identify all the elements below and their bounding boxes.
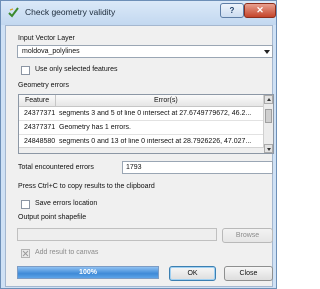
scrollbar-thumb[interactable] bbox=[265, 109, 272, 123]
title-bar[interactable]: Check geometry validity ? ✕ bbox=[1, 1, 276, 25]
row-error: segments 3 and 5 of line 0 intersect at … bbox=[59, 110, 252, 117]
progress-text: 100% bbox=[79, 269, 97, 276]
table-row[interactable]: 24377371 Geometry has 1 errors. bbox=[19, 121, 264, 135]
close-icon: ✕ bbox=[256, 5, 264, 15]
total-errors-value: 1793 bbox=[126, 164, 142, 171]
close-button[interactable]: Close bbox=[224, 266, 273, 281]
row-feature: 24848580 bbox=[24, 138, 56, 145]
question-icon: ? bbox=[229, 6, 235, 15]
add-to-canvas-checkbox[interactable] bbox=[21, 249, 30, 258]
table-header: Feature Error(s) bbox=[19, 95, 264, 107]
qgis-check-icon bbox=[8, 7, 19, 18]
window-title: Check geometry validity bbox=[25, 7, 116, 17]
arrow-down-icon bbox=[267, 148, 271, 151]
progress-bar: 100% bbox=[17, 266, 159, 279]
scroll-up-button[interactable] bbox=[264, 95, 273, 104]
geometry-errors-label: Geometry errors bbox=[18, 82, 69, 89]
total-errors-field[interactable]: 1793 bbox=[122, 161, 273, 174]
row-feature: 24377371 bbox=[24, 110, 56, 117]
output-path-field[interactable] bbox=[17, 228, 217, 241]
use-selected-checkbox[interactable] bbox=[21, 66, 30, 75]
vertical-scrollbar[interactable] bbox=[263, 95, 273, 153]
dialog-window: Check geometry validity ? ✕ Input Vector… bbox=[0, 0, 277, 289]
checkmark-icon bbox=[22, 250, 29, 257]
arrow-up-icon bbox=[267, 98, 271, 101]
column-divider bbox=[55, 95, 56, 107]
browse-button[interactable]: Browse bbox=[222, 228, 273, 243]
close-window-button[interactable]: ✕ bbox=[244, 3, 276, 18]
add-to-canvas-label: Add result to canvas bbox=[35, 249, 99, 256]
horizontal-scrollbar[interactable] bbox=[19, 147, 264, 153]
help-button[interactable]: ? bbox=[220, 3, 244, 18]
output-shapefile-label: Output point shapefile bbox=[18, 214, 87, 221]
column-header-errors[interactable]: Error(s) bbox=[154, 97, 178, 104]
use-selected-label: Use only selected features bbox=[35, 66, 118, 73]
chevron-down-icon bbox=[264, 50, 270, 54]
row-feature: 24377371 bbox=[24, 124, 56, 131]
input-layer-label: Input Vector Layer bbox=[18, 35, 75, 42]
column-header-feature[interactable]: Feature bbox=[25, 97, 49, 104]
ok-button[interactable]: OK bbox=[169, 266, 216, 281]
save-location-checkbox[interactable] bbox=[21, 200, 30, 209]
total-errors-label: Total encountered errors bbox=[18, 164, 94, 171]
errors-table[interactable]: Feature Error(s) 24377371 segments 3 and… bbox=[18, 94, 274, 154]
input-layer-select[interactable]: moldova_polylines bbox=[17, 45, 273, 58]
row-error: Geometry has 1 errors. bbox=[59, 124, 131, 131]
save-location-label: Save errors location bbox=[35, 200, 98, 207]
row-error: segments 0 and 13 of line 0 intersect at… bbox=[59, 138, 252, 145]
clipboard-hint: Press Ctrl+C to copy results to the clip… bbox=[18, 183, 155, 190]
dialog-content bbox=[5, 25, 273, 287]
scroll-down-button[interactable] bbox=[264, 144, 273, 153]
input-layer-value: moldova_polylines bbox=[22, 47, 80, 55]
table-row[interactable]: 24377371 segments 3 and 5 of line 0 inte… bbox=[19, 107, 264, 121]
